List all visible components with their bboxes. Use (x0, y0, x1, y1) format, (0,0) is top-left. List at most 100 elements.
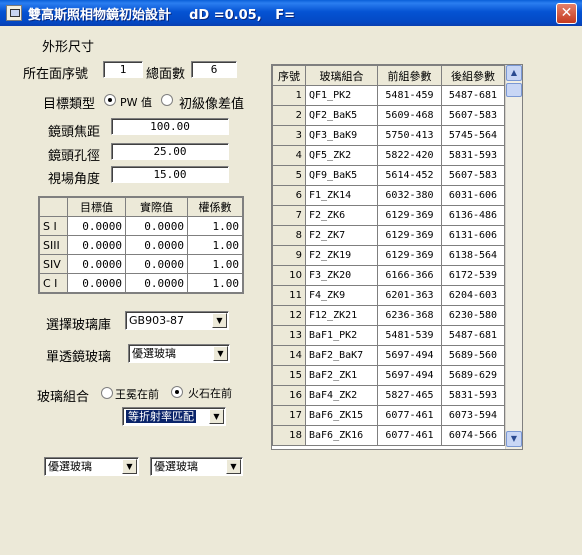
table-row[interactable]: C I 0.0000 0.0000 1.00 (39, 273, 243, 293)
single-lens-glass-select[interactable]: 優選玻璃 ▼ (128, 344, 230, 363)
rear-group-param-cell[interactable]: 6031-606 (441, 185, 505, 206)
chevron-down-icon[interactable]: ▼ (122, 459, 137, 474)
front-group-param-cell[interactable]: 6129-369 (377, 225, 442, 246)
actual-cell[interactable]: 0.0000 (125, 235, 188, 255)
rear-group-param-cell[interactable]: 5607-583 (441, 105, 505, 126)
table-row[interactable]: 4 QF5_ZK2 5822-420 5831-593 (272, 145, 505, 166)
glass-combination-cell[interactable]: QF5_ZK2 (305, 145, 378, 166)
glass-combination-cell[interactable]: F2_ZK19 (305, 245, 378, 266)
pw-radio[interactable] (104, 94, 116, 106)
target-cell[interactable]: 0.0000 (67, 273, 126, 293)
front-group-param-cell[interactable]: 5614-452 (377, 165, 442, 186)
table-row[interactable]: 9 F2_ZK19 6129-369 6138-564 (272, 245, 505, 266)
table-row[interactable]: 16 BaF4_ZK2 5827-465 5831-593 (272, 385, 505, 406)
table-row[interactable]: SIV 0.0000 0.0000 1.00 (39, 254, 243, 274)
rear-group-param-cell[interactable]: 6136-486 (441, 205, 505, 226)
front-group-param-cell[interactable]: 5481-539 (377, 325, 442, 346)
glass-combination-table[interactable]: 序號 玻璃組合 前組參數 後組參數 1 QF1_PK2 5481-459 5487-6… (271, 64, 523, 450)
table-row[interactable]: 17 BaF6_ZK15 6077-461 6073-594 (272, 405, 505, 426)
surface-index-field[interactable]: 1 (103, 61, 143, 78)
rear-group-param-cell[interactable]: 5487-681 (441, 85, 505, 106)
glass-combination-cell[interactable]: QF2_BaK5 (305, 105, 378, 126)
target-cell[interactable]: 0.0000 (67, 235, 126, 255)
rear-group-param-cell[interactable]: 6172-539 (441, 265, 505, 286)
glass-combination-cell[interactable]: BaF2_ZK1 (305, 365, 378, 386)
glass-combination-cell[interactable]: F3_ZK20 (305, 265, 378, 286)
chevron-down-icon[interactable]: ▼ (212, 313, 227, 328)
table-row[interactable]: 10 F3_ZK20 6166-366 6172-539 (272, 265, 505, 286)
table-row[interactable]: 12 F12_ZK21 6236-368 6230-580 (272, 305, 505, 326)
rear-group-param-cell[interactable]: 6074-566 (441, 425, 505, 446)
glass-combination-cell[interactable]: F12_ZK21 (305, 305, 378, 326)
rear-group-param-cell[interactable]: 6204-603 (441, 285, 505, 306)
glass-library-select[interactable]: GB903-87 ▼ (125, 311, 229, 330)
weight-cell[interactable]: 1.00 (187, 216, 243, 236)
glass-combination-cell[interactable]: BaF1_PK2 (305, 325, 378, 346)
table-row[interactable]: 2 QF2_BaK5 5609-468 5607-583 (272, 105, 505, 126)
rear-group-param-cell[interactable]: 5745-564 (441, 125, 505, 146)
actual-cell[interactable]: 0.0000 (125, 254, 188, 274)
rear-group-param-cell[interactable]: 5689-560 (441, 345, 505, 366)
actual-cell[interactable]: 0.0000 (125, 216, 188, 236)
weight-cell[interactable]: 1.00 (187, 254, 243, 274)
field-angle-field[interactable]: 15.00 (111, 166, 229, 183)
bottom-right-glass-select[interactable]: 優選玻璃 ▼ (150, 457, 243, 476)
crown-front-radio[interactable] (101, 387, 113, 399)
actual-cell[interactable]: 0.0000 (125, 273, 188, 293)
front-group-param-cell[interactable]: 5697-494 (377, 345, 442, 366)
coefficient-grid[interactable]: 目標值 實際值 權係數 S I 0.0000 0.0000 1.00 SIII … (38, 196, 244, 294)
chevron-down-icon[interactable]: ▼ (226, 459, 241, 474)
flint-front-radio[interactable] (171, 386, 183, 398)
rear-group-param-cell[interactable]: 5831-593 (441, 145, 505, 166)
front-group-param-cell[interactable]: 5697-494 (377, 365, 442, 386)
weight-cell[interactable]: 1.00 (187, 273, 243, 293)
rear-group-param-cell[interactable]: 5689-629 (441, 365, 505, 386)
table-row[interactable]: 8 F2_ZK7 6129-369 6131-606 (272, 225, 505, 246)
table-row[interactable]: 3 QF3_BaK9 5750-413 5745-564 (272, 125, 505, 146)
glass-combination-cell[interactable]: QF3_BaK9 (305, 125, 378, 146)
target-cell[interactable]: 0.0000 (67, 254, 126, 274)
glass-combination-cell[interactable]: F2_ZK6 (305, 205, 378, 226)
glass-combination-cell[interactable]: BaF2_BaK7 (305, 345, 378, 366)
table-row[interactable]: 15 BaF2_ZK1 5697-494 5689-629 (272, 365, 505, 386)
front-group-param-cell[interactable]: 6032-380 (377, 185, 442, 206)
target-cell[interactable]: 0.0000 (67, 216, 126, 236)
front-group-param-cell[interactable]: 6077-461 (377, 425, 442, 446)
front-group-param-cell[interactable]: 5609-468 (377, 105, 442, 126)
table-row[interactable]: 5 QF9_BaK5 5614-452 5607-583 (272, 165, 505, 186)
glass-combination-cell[interactable]: BaF6_ZK16 (305, 425, 378, 446)
table-row[interactable]: 1 QF1_PK2 5481-459 5487-681 (272, 85, 505, 106)
front-group-param-cell[interactable]: 6166-366 (377, 265, 442, 286)
table-row[interactable]: SIII 0.0000 0.0000 1.00 (39, 235, 243, 255)
scroll-down-icon[interactable]: ▼ (506, 431, 522, 447)
glass-combination-cell[interactable]: F1_ZK14 (305, 185, 378, 206)
table-row[interactable]: S I 0.0000 0.0000 1.00 (39, 216, 243, 236)
table-row[interactable]: 14 BaF2_BaK7 5697-494 5689-560 (272, 345, 505, 366)
front-group-param-cell[interactable]: 6201-363 (377, 285, 442, 306)
bottom-left-glass-select[interactable]: 優選玻璃 ▼ (44, 457, 139, 476)
scroll-up-icon[interactable]: ▲ (506, 65, 522, 81)
chevron-down-icon[interactable]: ▼ (213, 346, 228, 361)
glass-combination-cell[interactable]: QF9_BaK5 (305, 165, 378, 186)
weight-cell[interactable]: 1.00 (187, 235, 243, 255)
focal-length-field[interactable]: 100.00 (111, 118, 229, 135)
rear-group-param-cell[interactable]: 6138-564 (441, 245, 505, 266)
table-row[interactable]: 11 F4_ZK9 6201-363 6204-603 (272, 285, 505, 306)
rear-group-param-cell[interactable]: 6230-580 (441, 305, 505, 326)
aberration-radio[interactable] (161, 94, 173, 106)
rear-group-param-cell[interactable]: 6073-594 (441, 405, 505, 426)
rear-group-param-cell[interactable]: 5487-681 (441, 325, 505, 346)
glass-combination-cell[interactable]: QF1_PK2 (305, 85, 378, 106)
close-button[interactable]: ✕ (556, 3, 577, 24)
table-row[interactable]: 13 BaF1_PK2 5481-539 5487-681 (272, 325, 505, 346)
table-row[interactable]: 6 F1_ZK14 6032-380 6031-606 (272, 185, 505, 206)
vertical-scrollbar[interactable]: ▲ ▼ (505, 65, 522, 449)
glass-combination-cell[interactable]: F2_ZK7 (305, 225, 378, 246)
scroll-thumb[interactable] (506, 83, 522, 97)
front-group-param-cell[interactable]: 5750-413 (377, 125, 442, 146)
glass-combination-cell[interactable]: F4_ZK9 (305, 285, 378, 306)
glass-combination-cell[interactable]: BaF6_ZK15 (305, 405, 378, 426)
chevron-down-icon[interactable]: ▼ (209, 409, 224, 424)
rear-group-param-cell[interactable]: 5607-583 (441, 165, 505, 186)
rear-group-param-cell[interactable]: 6131-606 (441, 225, 505, 246)
